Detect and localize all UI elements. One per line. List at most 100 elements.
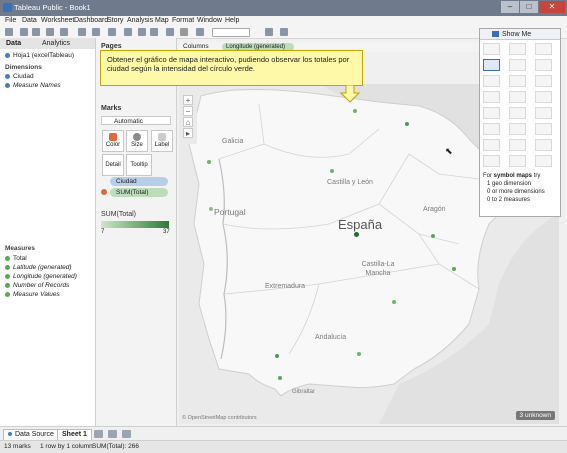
menu-map[interactable]: Map bbox=[155, 17, 169, 24]
chart-option-pie[interactable] bbox=[535, 59, 552, 71]
tab-analytics[interactable]: Analytics bbox=[42, 40, 70, 47]
pen-icon[interactable] bbox=[265, 28, 273, 36]
legend-max: 37 bbox=[163, 229, 170, 235]
close-button[interactable]: ✕ bbox=[539, 1, 565, 13]
chart-option-hbar[interactable] bbox=[483, 75, 500, 87]
undo-icon[interactable] bbox=[20, 28, 28, 36]
menu-format[interactable]: Format bbox=[172, 17, 194, 24]
redo-icon[interactable] bbox=[32, 28, 40, 36]
measure-field[interactable]: Total bbox=[5, 255, 27, 262]
menu-dashboard[interactable]: Dashboard bbox=[74, 17, 108, 24]
label-button[interactable]: Label bbox=[151, 130, 173, 152]
present-icon[interactable] bbox=[280, 28, 288, 36]
new-dashboard-icon[interactable] bbox=[108, 430, 117, 438]
detail-button[interactable]: Detail bbox=[102, 154, 124, 176]
new-sheet-icon[interactable] bbox=[78, 28, 86, 36]
duplicate-icon[interactable] bbox=[92, 28, 100, 36]
menu-file[interactable]: File bbox=[5, 17, 16, 24]
measure-field[interactable]: Latitude (generated) bbox=[5, 264, 72, 271]
menu-data[interactable]: Data bbox=[22, 17, 37, 24]
menu-story[interactable]: Story bbox=[107, 17, 123, 24]
chart-option-box-whisker[interactable] bbox=[535, 139, 552, 151]
zoom-in-button[interactable]: + bbox=[183, 95, 193, 105]
instruction-callout: Obtener el gráfico de mapa interactivo, … bbox=[100, 50, 363, 86]
clear-sheet-icon[interactable] bbox=[108, 28, 116, 36]
sort-asc-icon[interactable] bbox=[138, 28, 146, 36]
chart-option-bullet[interactable] bbox=[509, 155, 526, 167]
chart-option-dual-combination[interactable] bbox=[535, 123, 552, 135]
maximize-button[interactable]: □ bbox=[520, 1, 538, 13]
chart-option-histogram[interactable] bbox=[509, 139, 526, 151]
ciudad-pill[interactable]: Ciudad bbox=[110, 177, 168, 186]
chart-option-heatmap[interactable] bbox=[509, 43, 526, 55]
chart-option-line-discrete[interactable] bbox=[509, 107, 526, 119]
map-attribution: © OpenStreetMap contributors bbox=[182, 415, 257, 421]
chart-option-side-circles[interactable] bbox=[535, 91, 552, 103]
save-icon[interactable] bbox=[46, 28, 54, 36]
measure-field[interactable]: Number of Records bbox=[5, 282, 69, 289]
chart-option-area-discrete[interactable] bbox=[509, 123, 526, 135]
city-marker[interactable] bbox=[209, 207, 213, 211]
window-title: Tableau Public - Book1 bbox=[14, 3, 91, 12]
menu-help[interactable]: Help bbox=[225, 17, 239, 24]
new-worksheet-icon[interactable] bbox=[94, 430, 103, 438]
chart-option-gantt[interactable] bbox=[483, 155, 500, 167]
chart-option-line-continuous[interactable] bbox=[483, 107, 500, 119]
city-marker[interactable] bbox=[452, 267, 456, 271]
tab-data[interactable]: Data bbox=[6, 40, 21, 47]
swap-icon[interactable] bbox=[124, 28, 132, 36]
city-marker[interactable] bbox=[330, 169, 334, 173]
city-marker[interactable] bbox=[392, 300, 396, 304]
city-marker[interactable] bbox=[207, 160, 211, 164]
highlight-icon[interactable] bbox=[166, 28, 174, 36]
city-marker[interactable] bbox=[353, 109, 357, 113]
chart-option-treemap[interactable] bbox=[483, 91, 500, 103]
show-me-title: Show Me bbox=[502, 31, 532, 38]
city-marker[interactable] bbox=[431, 234, 435, 238]
pan-tool-button[interactable]: ▸ bbox=[183, 128, 193, 138]
city-marker[interactable] bbox=[275, 354, 279, 358]
measure-field[interactable]: Longitude (generated) bbox=[5, 273, 77, 280]
city-marker[interactable] bbox=[278, 376, 282, 380]
menu-analysis[interactable]: Analysis bbox=[127, 17, 153, 24]
group-icon[interactable] bbox=[180, 28, 188, 36]
fit-dropdown[interactable] bbox=[212, 28, 250, 37]
dimension-field[interactable]: Measure Names bbox=[5, 82, 61, 89]
size-button[interactable]: Size bbox=[126, 130, 148, 152]
sort-desc-icon[interactable] bbox=[150, 28, 158, 36]
chart-option-stacked-bar[interactable] bbox=[509, 75, 526, 87]
city-marker[interactable] bbox=[357, 352, 361, 356]
color-button[interactable]: Color bbox=[102, 130, 124, 152]
dimension-field[interactable]: Ciudad bbox=[5, 73, 34, 80]
size-icon bbox=[133, 133, 141, 141]
chart-option-highlight-table[interactable] bbox=[535, 43, 552, 55]
city-marker[interactable] bbox=[405, 122, 409, 126]
city-marker[interactable] bbox=[354, 232, 359, 237]
new-datasource-icon[interactable] bbox=[60, 28, 68, 36]
mark-type-dropdown[interactable]: Automatic bbox=[101, 116, 171, 125]
show-me-header[interactable]: Show Me bbox=[480, 29, 560, 40]
sum-total-pill[interactable]: SUM(Total) bbox=[110, 188, 168, 197]
chart-option-circles[interactable] bbox=[509, 91, 526, 103]
minimize-button[interactable]: – bbox=[501, 1, 519, 13]
chart-option-area-continuous[interactable] bbox=[483, 123, 500, 135]
unknown-indicator[interactable]: 3 unknown bbox=[515, 411, 555, 420]
datasource-item[interactable]: Hoja1 (excelTableau) bbox=[5, 52, 74, 59]
zoom-out-button[interactable]: − bbox=[183, 106, 193, 116]
menu-worksheet[interactable]: Worksheet bbox=[41, 17, 74, 24]
menu-window[interactable]: Window bbox=[197, 17, 222, 24]
chart-option-side-bar[interactable] bbox=[535, 75, 552, 87]
chart-option-scatter[interactable] bbox=[483, 139, 500, 151]
reset-map-button[interactable]: ⌂ bbox=[183, 117, 193, 127]
color-legend-ramp bbox=[101, 221, 169, 228]
new-story-icon[interactable] bbox=[122, 430, 131, 438]
chart-option-filled-map[interactable] bbox=[509, 59, 526, 71]
chart-option-packed-bubbles[interactable] bbox=[535, 155, 552, 167]
chart-option-dual-line[interactable] bbox=[535, 107, 552, 119]
measure-field[interactable]: Measure Values bbox=[5, 291, 60, 298]
tooltip-button[interactable]: Tooltip bbox=[126, 154, 152, 176]
chart-option-text-table[interactable] bbox=[483, 43, 500, 55]
chart-option-symbol-map[interactable] bbox=[483, 59, 500, 71]
label-icon bbox=[158, 133, 166, 141]
chart-type-icon[interactable] bbox=[196, 28, 204, 36]
